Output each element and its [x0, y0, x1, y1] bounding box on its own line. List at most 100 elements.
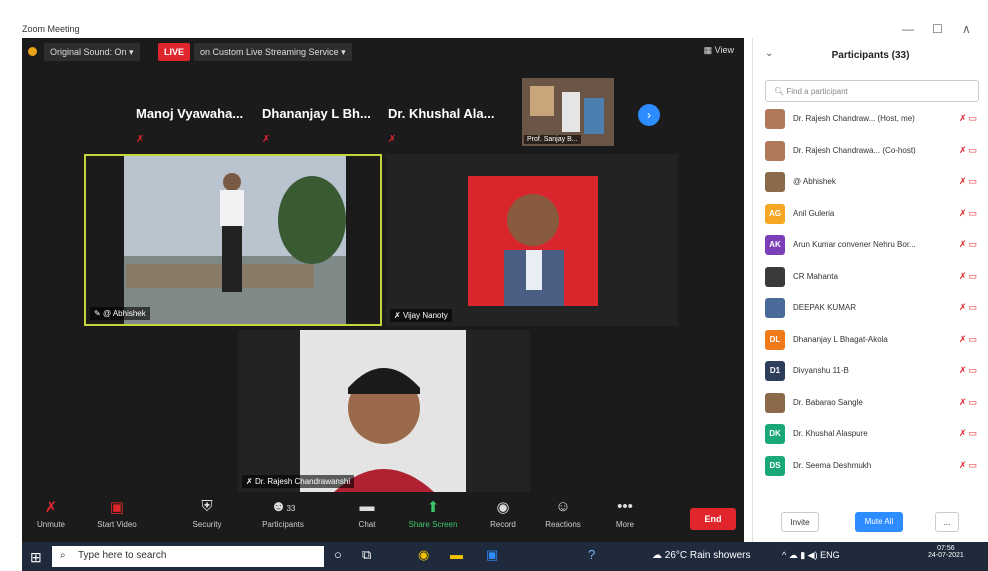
cortana-icon[interactable]: ○ [334, 547, 342, 562]
participant-row[interactable]: AK Arun Kumar convener Nehru Bor... ✗▭ [765, 234, 983, 256]
participant-row[interactable]: DEEPAK KUMAR ✗▭ [765, 297, 983, 319]
streaming-dropdown[interactable]: on Custom Live Streaming Service ▾ [194, 43, 352, 61]
participant-name: Divyanshu 11-B [793, 366, 849, 375]
windows-start-icon[interactable]: ⊞ [30, 549, 42, 566]
file-explorer-icon[interactable]: ▬ [450, 547, 463, 562]
toolbar-label: Chat [358, 520, 376, 529]
toolbar-label: Reactions [545, 520, 581, 529]
avatar [765, 109, 785, 129]
maximize-button[interactable]: ☐ [932, 22, 943, 36]
weather-widget[interactable]: ☁ 26°C Rain showers [652, 550, 750, 561]
participant-name: Dr. Khushal Alaspure [793, 429, 868, 438]
window-title: Zoom Meeting [22, 24, 80, 34]
search-placeholder: Find a participant [786, 87, 848, 96]
taskbar-clock[interactable]: 07:56 24-07-2021 [928, 545, 964, 559]
end-meeting-button[interactable]: End [690, 508, 736, 530]
task-view-icon[interactable]: ⧉ [362, 547, 371, 563]
tile-name: @ Abhishek [102, 309, 146, 318]
tile-name-label: ✎ @ Abhishek [90, 307, 150, 320]
meeting-toolbar: ✗ Unmute ▣ Start Video ⛨ Security ☻33 Pa… [22, 492, 744, 542]
participant-row[interactable]: @ Abhishek ✗▭ [765, 171, 983, 193]
video-tile-vijay[interactable]: ✗ Vijay Nanoty [386, 154, 678, 326]
participant-row[interactable]: AG Anil Guleria ✗▭ [765, 203, 983, 225]
strip-name: Dr. Khushal Ala... [388, 106, 495, 121]
help-icon[interactable]: ? [588, 547, 595, 562]
participant-row[interactable]: CR Mahanta ✗▭ [765, 266, 983, 288]
chat-button[interactable]: ▬ Chat [332, 498, 402, 529]
mute-all-button[interactable]: Mute All [855, 512, 903, 532]
participant-search-input[interactable]: 🔍︎ Find a participant [765, 80, 979, 102]
participant-row[interactable]: Dr. Rajesh Chandraw... (Host, me) ✗▭ [765, 108, 983, 130]
meeting-info-icon[interactable] [28, 47, 37, 56]
avatar: AG [765, 203, 785, 224]
live-badge[interactable]: LIVE [158, 43, 190, 61]
more-button[interactable]: ••• More [590, 498, 660, 529]
participant-name: Dr. Rajesh Chandraw... (Host, me) [793, 114, 915, 123]
tile-name: Vijay Nanoty [402, 311, 448, 320]
muted-mic-video-icon[interactable]: ✗▭ [959, 397, 979, 408]
search-placeholder: Type here to search [78, 550, 167, 561]
more-options-button[interactable]: ... [935, 512, 959, 532]
view-label: View [714, 45, 734, 55]
muted-mic-video-icon[interactable]: ✗▭ [959, 113, 979, 124]
participant-row[interactable]: Dr. Babarao Sangle ✗▭ [765, 392, 983, 414]
participant-row[interactable]: D1 Divyanshu 11-B ✗▭ [765, 360, 983, 382]
view-button[interactable]: ▦ View [704, 45, 734, 56]
unmute-button[interactable]: ✗ Unmute [16, 498, 86, 529]
start-video-button[interactable]: ▣ Start Video [82, 498, 152, 529]
zoom-app-icon[interactable]: ▣ [486, 547, 498, 563]
toolbar-label: More [615, 520, 635, 529]
toolbar-label: Start Video [97, 520, 137, 529]
participant-row[interactable]: Dr. Rajesh Chandrawa... (Co-host) ✗▭ [765, 140, 983, 162]
muted-mic-video-icon[interactable]: ✗▭ [959, 460, 979, 471]
thumb-label: Prof. Sanjay B... [524, 135, 581, 144]
taskbar-search-input[interactable]: ⌕ Type here to search [52, 546, 324, 567]
share-screen-button[interactable]: ⬆ Share Screen [398, 498, 468, 529]
strip-video-thumbnail[interactable]: Prof. Sanjay B... [522, 78, 614, 146]
portrait-video-frame [238, 330, 530, 492]
chat-icon: ▬ [359, 498, 375, 515]
chrome-icon[interactable]: ◉ [418, 547, 429, 563]
security-button[interactable]: ⛨ Security [172, 498, 242, 529]
muted-mic-video-icon[interactable]: ✗▭ [959, 208, 979, 219]
participants-panel: ⌄ Participants (33) 🔍︎ Find a participan… [752, 38, 988, 542]
collapse-button[interactable]: ∧ [962, 22, 971, 36]
muted-mic-video-icon[interactable]: ✗▭ [959, 302, 979, 313]
avatar: D1 [765, 361, 785, 381]
muted-mic-video-icon[interactable]: ✗▭ [959, 334, 979, 345]
muted-mic-video-icon[interactable]: ✗▭ [959, 176, 979, 187]
clock-time: 07:56 [937, 545, 955, 552]
tile-name-label: ✗ Dr. Rajesh Chandrawanshi [242, 475, 355, 488]
video-tile-rajesh[interactable]: ✗ Dr. Rajesh Chandrawanshi [238, 330, 530, 492]
participant-row[interactable]: DS Dr. Seema Deshmukh ✗▭ [765, 455, 983, 477]
system-tray[interactable]: ^ ☁ ▮ ◀) ENG [782, 550, 840, 561]
invite-button[interactable]: Invite [781, 512, 819, 532]
participant-row[interactable]: DK Dr. Khushal Alaspure ✗▭ [765, 423, 983, 445]
meeting-view: Original Sound: On ▾ LIVE on Custom Live… [22, 38, 744, 542]
muted-mic-icon: ✗ [136, 134, 145, 145]
muted-mic-video-icon[interactable]: ✗▭ [959, 365, 979, 376]
original-sound-label: Original Sound: On [50, 47, 127, 57]
participant-name: Dr. Babarao Sangle [793, 397, 863, 407]
muted-mic-video-icon[interactable]: ✗▭ [959, 239, 979, 250]
reactions-button[interactable]: ☺ Reactions [528, 498, 598, 529]
muted-mic-icon: ✗ [262, 134, 271, 145]
strip-name: Manoj Vyawaha... [136, 106, 244, 121]
minimize-button[interactable]: — [902, 22, 914, 36]
window-titlebar: Zoom Meeting — ☐ ∧ [0, 0, 988, 38]
toolbar-label: Record [490, 520, 516, 529]
original-sound-toggle[interactable]: Original Sound: On ▾ [44, 43, 140, 61]
avatar [765, 266, 785, 287]
muted-mic-video-icon[interactable]: ✗▭ [959, 271, 979, 282]
muted-mic-video-icon[interactable]: ✗▭ [959, 428, 979, 439]
strip-name: Dhananjay L Bh... [262, 106, 371, 121]
next-page-button[interactable]: › [638, 104, 660, 126]
weather-text: 26°C Rain showers [664, 550, 751, 561]
avatar: AK [765, 235, 785, 255]
avatar [765, 172, 785, 192]
muted-mic-video-icon[interactable]: ✗▭ [959, 145, 979, 156]
participant-row[interactable]: DL Dhananjay L Bhagat-Akola ✗▭ [765, 329, 983, 351]
toolbar-label: Unmute [36, 520, 65, 529]
video-tile-abhishek[interactable]: ✎ @ Abhishek [84, 154, 382, 326]
participants-button[interactable]: ☻33 Participants [248, 498, 318, 529]
